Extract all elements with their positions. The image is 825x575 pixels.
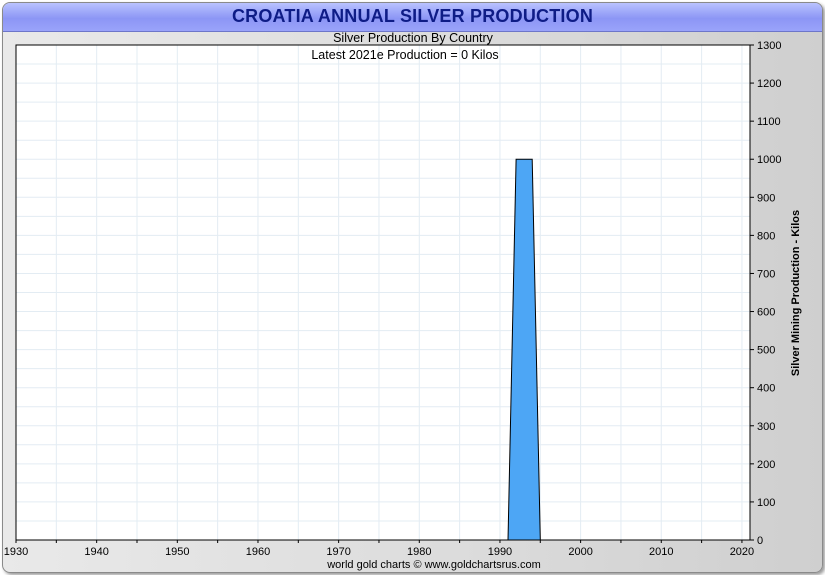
y-tick-label: 300 [757, 421, 775, 433]
y-axis: 0 100 200 300 400 500 600 700 800 900 1000 1100 1200… [750, 40, 781, 547]
x-tick-label: 2010 [649, 546, 673, 558]
x-tick-label: 1970 [326, 546, 350, 558]
y-axis-label: Silver Mining Production - Kilos [790, 210, 802, 376]
x-tick-label: 1990 [488, 546, 512, 558]
y-tick-label: 800 [757, 230, 775, 242]
x-tick-label: 1940 [84, 546, 108, 558]
y-tick-label: 700 [757, 268, 775, 280]
y-tick-label: 100 [757, 497, 775, 509]
x-tick-label: 1950 [165, 546, 189, 558]
chart-svg: 1930 1940 1950 1960 1970 1980 1990 2000 2010 2020… [4, 31, 802, 571]
y-tick-label: 400 [757, 383, 775, 395]
y-tick-label: 200 [757, 459, 775, 471]
y-tick-label: 1300 [757, 40, 781, 52]
x-tick-label: 2000 [568, 546, 592, 558]
x-tick-label: 1960 [246, 546, 270, 558]
x-tick-label: 2020 [730, 546, 754, 558]
chart-credit: world gold charts © www.goldchartsrus.co… [326, 559, 541, 571]
y-tick-label: 1200 [757, 78, 781, 90]
x-tick-label: 1980 [407, 546, 431, 558]
y-tick-label: 1000 [757, 154, 781, 166]
y-tick-label: 500 [757, 345, 775, 357]
y-tick-label: 900 [757, 192, 775, 204]
y-tick-label: 600 [757, 307, 775, 319]
x-tick-label: 1930 [4, 546, 28, 558]
chart-annotation: Latest 2021e Production = 0 Kilos [311, 48, 498, 62]
y-tick-label: 0 [757, 535, 763, 547]
x-axis: 1930 1940 1950 1960 1970 1980 1990 2000 2010 2020 [4, 540, 754, 558]
chart-subtitle: Silver Production By Country [333, 31, 494, 45]
y-tick-label: 1100 [757, 116, 781, 128]
